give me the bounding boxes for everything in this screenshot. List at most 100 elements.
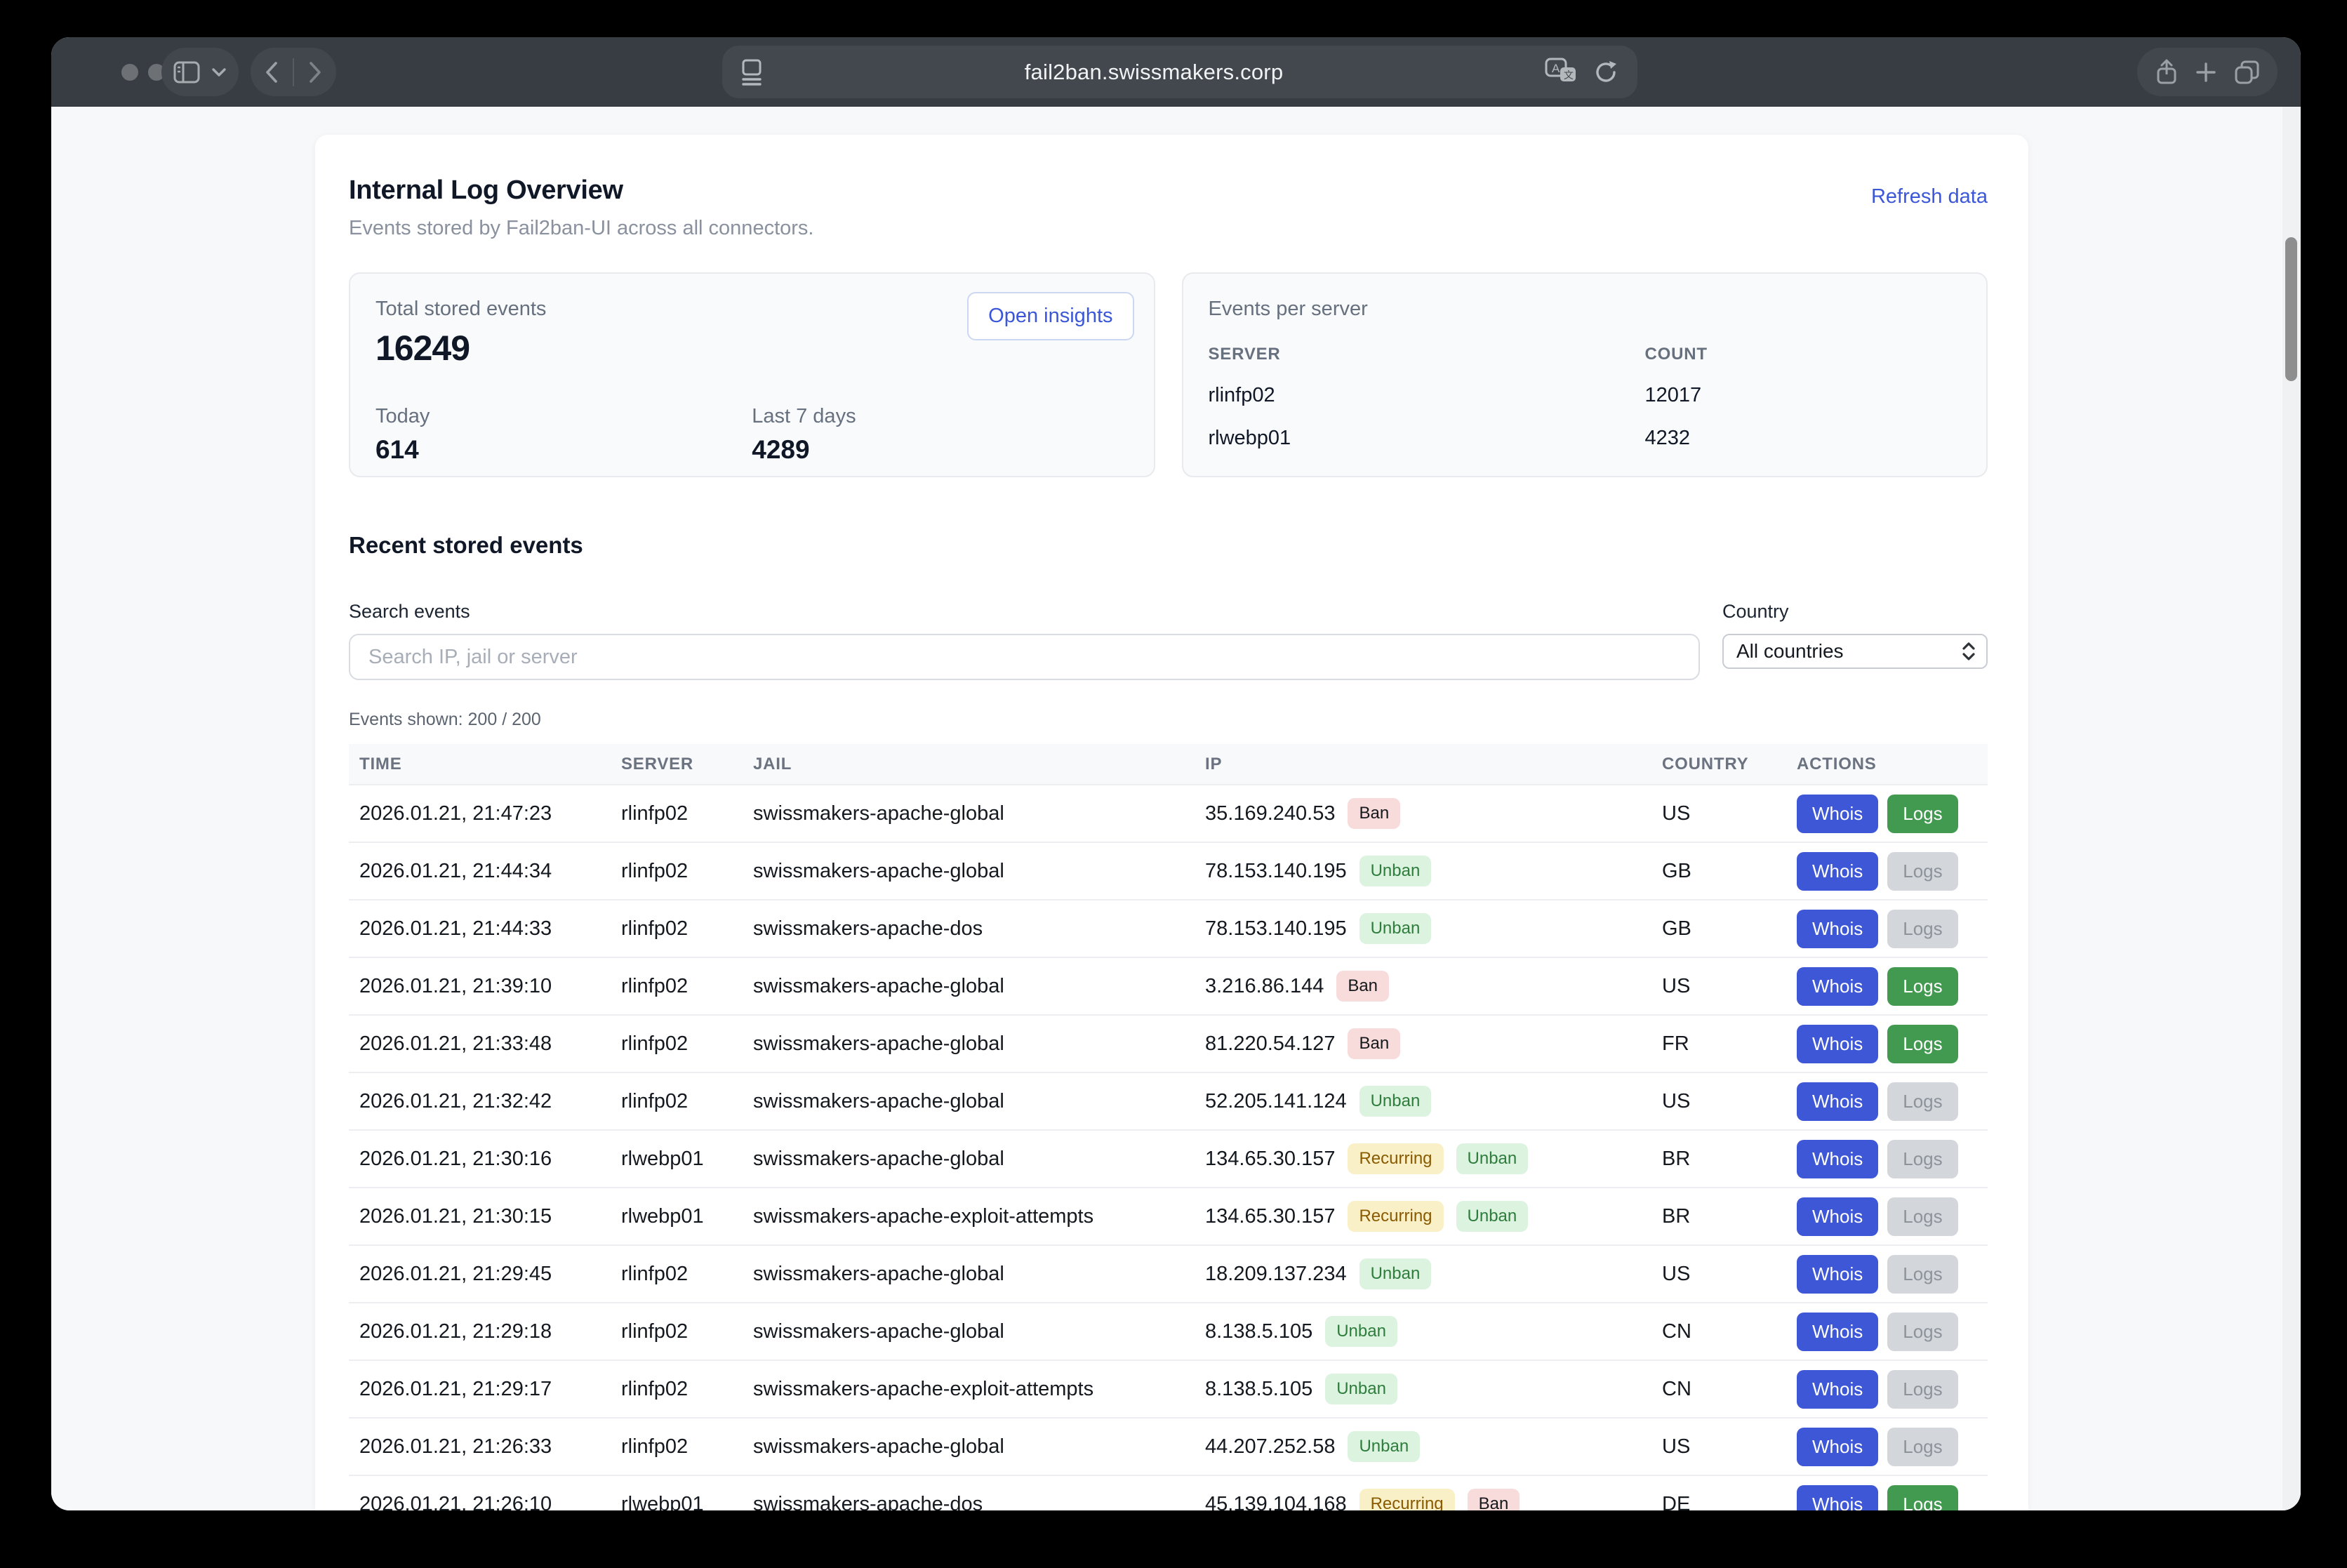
- country-select-value: All countries: [1736, 640, 1844, 663]
- chevron-down-icon: [211, 67, 227, 77]
- logs-button[interactable]: Logs: [1887, 1370, 1957, 1409]
- event-row: 2026.01.21, 21:32:42rlinfp02swissmakers-…: [349, 1072, 1988, 1129]
- event-actions: WhoisLogs: [1797, 1313, 1988, 1351]
- col-country: COUNTRY: [1662, 755, 1797, 774]
- logs-button[interactable]: Logs: [1887, 1255, 1957, 1294]
- event-time: 2026.01.21, 21:33:48: [359, 1032, 621, 1056]
- logs-button[interactable]: Logs: [1887, 1485, 1957, 1511]
- event-jail: swissmakers-apache-global: [753, 860, 1205, 883]
- event-actions: WhoisLogs: [1797, 795, 1988, 833]
- event-ip: 8.138.5.105: [1205, 1320, 1312, 1343]
- logs-button[interactable]: Logs: [1887, 1140, 1957, 1178]
- share-icon[interactable]: [2155, 59, 2178, 86]
- close-button[interactable]: [121, 64, 138, 81]
- logs-button[interactable]: Logs: [1887, 852, 1957, 891]
- event-actions: WhoisLogs: [1797, 910, 1988, 948]
- new-tab-icon[interactable]: [2195, 62, 2216, 83]
- event-country: GB: [1662, 860, 1797, 883]
- open-insights-button[interactable]: Open insights: [967, 292, 1133, 340]
- col-jail: JAIL: [753, 755, 1205, 774]
- event-ip: 134.65.30.157: [1205, 1205, 1335, 1228]
- event-time: 2026.01.21, 21:32:42: [359, 1090, 621, 1113]
- logs-button[interactable]: Logs: [1887, 967, 1957, 1006]
- logs-button[interactable]: Logs: [1887, 1313, 1957, 1351]
- event-server: rlwebp01: [621, 1205, 753, 1228]
- event-ip-cell: 18.209.137.234 Unban: [1205, 1258, 1662, 1289]
- event-row: 2026.01.21, 21:26:10rlwebp01swissmakers-…: [349, 1475, 1988, 1510]
- logs-button[interactable]: Logs: [1887, 795, 1957, 833]
- event-row: 2026.01.21, 21:47:23rlinfp02swissmakers-…: [349, 784, 1988, 842]
- forward-button[interactable]: [308, 61, 322, 84]
- event-ip: 18.209.137.234: [1205, 1263, 1347, 1286]
- today-label: Today: [375, 405, 752, 428]
- whois-button[interactable]: Whois: [1797, 1197, 1878, 1236]
- server-name: rlwebp01: [1209, 427, 1645, 450]
- event-ip-cell: 81.220.54.127Ban: [1205, 1028, 1662, 1059]
- event-server: rlwebp01: [621, 1493, 753, 1511]
- event-ip: 3.216.86.144: [1205, 975, 1324, 998]
- unban-badge: Unban: [1359, 1258, 1432, 1289]
- event-server: rlinfp02: [621, 917, 753, 941]
- refresh-icon[interactable]: [1593, 58, 1619, 86]
- col-server: SERVER: [621, 755, 753, 774]
- back-button[interactable]: [265, 61, 279, 84]
- whois-button[interactable]: Whois: [1797, 852, 1878, 891]
- event-time: 2026.01.21, 21:29:45: [359, 1263, 621, 1286]
- whois-button[interactable]: Whois: [1797, 1370, 1878, 1409]
- tab-overview-icon[interactable]: [2235, 60, 2260, 84]
- page-title: Internal Log Overview: [349, 175, 813, 206]
- whois-button[interactable]: Whois: [1797, 1140, 1878, 1178]
- event-time: 2026.01.21, 21:29:18: [359, 1320, 621, 1343]
- whois-button[interactable]: Whois: [1797, 1485, 1878, 1511]
- scrollbar-thumb[interactable]: [2285, 237, 2297, 381]
- event-actions: WhoisLogs: [1797, 967, 1988, 1006]
- event-ip-cell: 52.205.141.124Unban: [1205, 1086, 1662, 1117]
- event-time: 2026.01.21, 21:26:10: [359, 1493, 621, 1511]
- whois-button[interactable]: Whois: [1797, 1255, 1878, 1294]
- logs-button[interactable]: Logs: [1887, 1428, 1957, 1466]
- address-bar[interactable]: fail2ban.swissmakers.corp A 文: [722, 46, 1637, 98]
- whois-button[interactable]: Whois: [1797, 910, 1878, 948]
- event-row: 2026.01.21, 21:30:16rlwebp01swissmakers-…: [349, 1129, 1988, 1187]
- per-server-row: rlwebp01 4232: [1209, 427, 1962, 450]
- unban-badge: Unban: [1348, 1431, 1420, 1462]
- event-actions: WhoisLogs: [1797, 1082, 1988, 1121]
- event-row: 2026.01.21, 21:26:33rlinfp02swissmakers-…: [349, 1417, 1988, 1475]
- whois-button[interactable]: Whois: [1797, 1313, 1878, 1351]
- per-server-row: rlinfp02 12017: [1209, 384, 1962, 407]
- whois-button[interactable]: Whois: [1797, 1082, 1878, 1121]
- logs-button[interactable]: Logs: [1887, 1082, 1957, 1121]
- per-server-col-count: COUNT: [1645, 345, 1961, 364]
- scrollbar-track[interactable]: [2282, 107, 2301, 1510]
- country-select[interactable]: All countries: [1722, 634, 1988, 669]
- whois-button[interactable]: Whois: [1797, 795, 1878, 833]
- refresh-data-link[interactable]: Refresh data: [1871, 185, 1988, 208]
- ban-badge: Ban: [1336, 971, 1389, 1002]
- event-ip-cell: 78.153.140.195Unban: [1205, 913, 1662, 944]
- sidebar-toggle-button[interactable]: [161, 48, 239, 96]
- event-jail: swissmakers-apache-global: [753, 1263, 1205, 1286]
- page-format-icon[interactable]: [740, 58, 763, 87]
- page-subtitle: Events stored by Fail2ban-UI across all …: [349, 217, 813, 240]
- logs-button[interactable]: Logs: [1887, 1197, 1957, 1236]
- event-jail: swissmakers-apache-dos: [753, 917, 1205, 941]
- translate-icon[interactable]: A 文: [1545, 58, 1581, 87]
- whois-button[interactable]: Whois: [1797, 1428, 1878, 1466]
- event-row: 2026.01.21, 21:44:34rlinfp02swissmakers-…: [349, 842, 1988, 899]
- whois-button[interactable]: Whois: [1797, 1025, 1878, 1063]
- whois-button[interactable]: Whois: [1797, 967, 1878, 1006]
- event-country: US: [1662, 1263, 1797, 1286]
- logs-button[interactable]: Logs: [1887, 1025, 1957, 1063]
- recurring-badge: Recurring: [1348, 1201, 1443, 1232]
- event-ip: 78.153.140.195: [1205, 917, 1347, 941]
- search-input[interactable]: [349, 634, 1700, 680]
- unban-badge: Unban: [1456, 1143, 1529, 1174]
- event-ip: 35.169.240.53: [1205, 802, 1335, 825]
- server-name: rlinfp02: [1209, 384, 1645, 407]
- event-ip-cell: 134.65.30.157RecurringUnban: [1205, 1143, 1662, 1174]
- event-actions: WhoisLogs: [1797, 852, 1988, 891]
- event-country: BR: [1662, 1205, 1797, 1228]
- svg-text:文: 文: [1564, 69, 1574, 81]
- event-actions: WhoisLogs: [1797, 1370, 1988, 1409]
- logs-button[interactable]: Logs: [1887, 910, 1957, 948]
